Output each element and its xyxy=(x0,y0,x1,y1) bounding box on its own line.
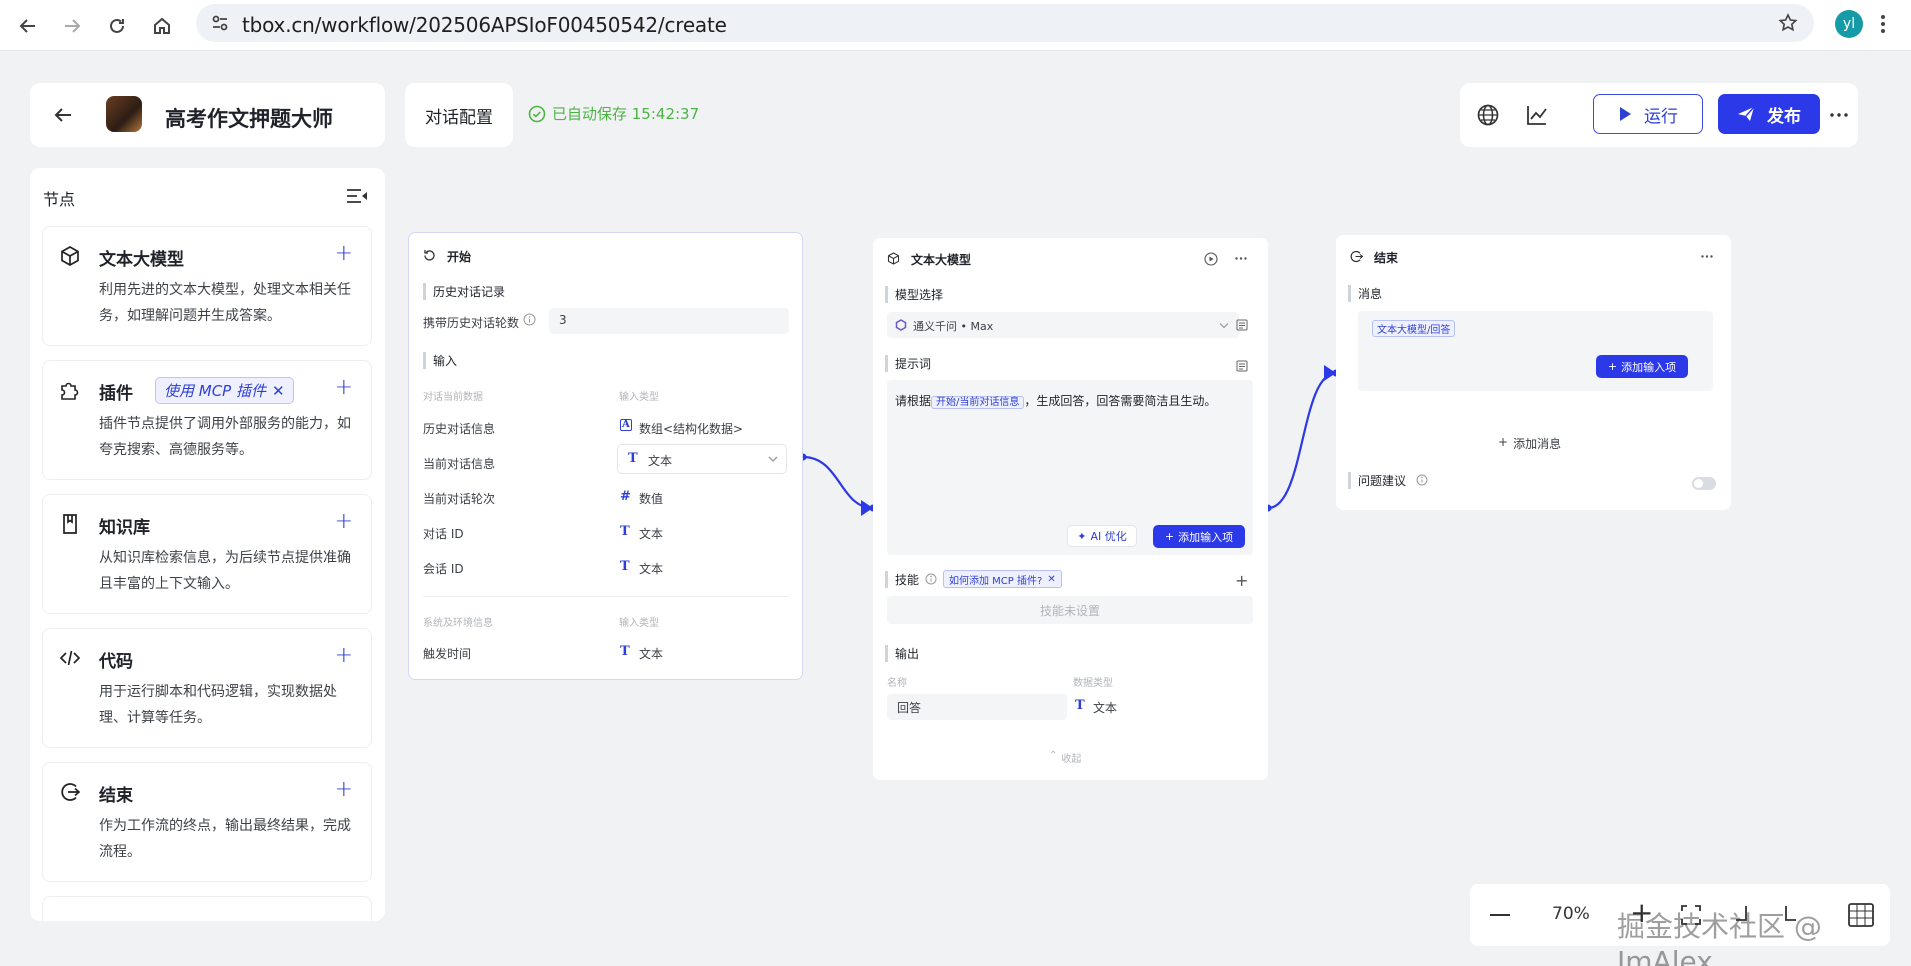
row-type: 文本 xyxy=(639,527,664,541)
sparkle-icon: ✦ xyxy=(1077,529,1087,543)
start-node-title: 开始 xyxy=(447,250,472,264)
prompt-prefix: 请根据 xyxy=(895,394,932,408)
text-type-icon: T xyxy=(620,644,630,659)
info-icon xyxy=(523,313,536,326)
node-more-icon[interactable] xyxy=(1235,257,1247,260)
text-type-icon: T xyxy=(628,451,638,466)
row-name: 当前对话轮次 xyxy=(423,492,496,506)
output-type: 文本 xyxy=(1093,701,1118,715)
ai-optimize-label: AI 优化 xyxy=(1090,530,1127,543)
row-name: 会话 ID xyxy=(423,562,464,576)
zoom-out-icon[interactable] xyxy=(1490,914,1510,916)
add-input-label: 添加输入项 xyxy=(1178,530,1234,544)
text-type-icon: T xyxy=(620,524,630,539)
col-type-header: 输入类型 xyxy=(619,392,659,403)
suggest-label: 问题建议 xyxy=(1348,472,1406,489)
row-type: 数值 xyxy=(639,492,664,506)
message-section: 消息 xyxy=(1348,285,1382,302)
info-icon xyxy=(925,573,937,585)
message-variable-chip[interactable]: 文本大模型/回答 xyxy=(1372,320,1456,337)
type-select[interactable]: T 文本 xyxy=(617,444,787,474)
row-name: 当前对话信息 xyxy=(423,457,496,471)
watermark: 掘金技术社区 @ ImAlex xyxy=(1617,910,1822,966)
cube-icon xyxy=(887,252,900,265)
zoom-level: 70% xyxy=(1552,904,1590,924)
skills-section: 技能 xyxy=(885,571,919,588)
output-name-field[interactable]: 回答 xyxy=(887,694,1067,720)
llm-node[interactable]: 文本大模型 模型选择 通义千问 • Max 提示词 请根据 开始/当前对话信息 ，生… xyxy=(873,238,1268,780)
tongyi-logo-icon xyxy=(895,319,907,331)
end-node-title: 结束 xyxy=(1374,251,1399,265)
plus-icon: + xyxy=(1607,360,1618,373)
out-col-name: 名称 xyxy=(887,678,907,689)
history-rounds-input[interactable]: 3 xyxy=(549,308,789,334)
chevron-up-icon: ⌃ xyxy=(1049,750,1058,761)
row-type: 数组<结构化数据> xyxy=(639,422,744,436)
plus-icon: + xyxy=(1498,435,1509,449)
array-icon: A xyxy=(620,419,632,431)
row-name: 触发时间 xyxy=(423,647,472,661)
exit-circle-icon xyxy=(1350,250,1363,263)
collapse-toggle[interactable]: ⌃ 收起 xyxy=(1049,750,1081,765)
row-type: 文本 xyxy=(639,562,664,576)
row-type: 文本 xyxy=(648,454,673,468)
prompt-editor[interactable]: 请根据 开始/当前对话信息 ，生成回答，回答需要简洁且生动。 ✦ AI 优化 + 添加输… xyxy=(887,380,1253,555)
model-select[interactable]: 通义千问 • Max xyxy=(887,312,1239,338)
output-section: 输出 xyxy=(885,645,919,662)
add-message-label: 添加消息 xyxy=(1513,437,1562,451)
ai-optimize-button[interactable]: ✦ AI 优化 xyxy=(1067,525,1137,547)
divider xyxy=(423,596,789,597)
start-node-icon xyxy=(423,249,436,262)
number-type-icon: # xyxy=(620,489,631,504)
skills-empty-box: 技能未设置 xyxy=(887,596,1253,624)
output-name-value: 回答 xyxy=(897,701,922,715)
chevron-down-icon xyxy=(1219,322,1229,329)
skill-tag-label: 如何添加 MCP 插件? xyxy=(949,575,1043,587)
add-input-button[interactable]: + 添加输入项 xyxy=(1153,525,1245,548)
sys-col-type-header: 输入类型 xyxy=(619,618,659,629)
llm-node-title: 文本大模型 xyxy=(911,253,972,267)
run-node-icon[interactable] xyxy=(1204,252,1218,266)
history-section: 历史对话记录 xyxy=(423,283,505,300)
suggest-toggle[interactable] xyxy=(1692,477,1716,490)
model-value: 通义千问 • Max xyxy=(913,320,994,333)
node-more-icon[interactable] xyxy=(1701,255,1713,258)
prompt-suffix: ，生成回答，回答需要简洁且生动。 xyxy=(1024,394,1217,408)
skill-tag[interactable]: 如何添加 MCP 插件? ✕ xyxy=(943,570,1062,588)
out-col-type: 数据类型 xyxy=(1073,678,1113,689)
col-var-header: 对话当前数据 xyxy=(423,392,483,403)
add-message-button[interactable]: + 添加消息 xyxy=(1498,435,1561,452)
history-rounds-label: 携带历史对话轮数 xyxy=(423,316,520,330)
prompt-variable-chip[interactable]: 开始/当前对话信息 xyxy=(931,396,1025,409)
model-settings-icon[interactable] xyxy=(1236,319,1248,331)
add-input-button[interactable]: + 添加输入项 xyxy=(1596,355,1688,378)
plus-icon: + xyxy=(1164,530,1175,543)
skills-empty-text: 技能未设置 xyxy=(1039,603,1100,618)
text-type-icon: T xyxy=(1075,698,1085,713)
chevron-down-icon xyxy=(768,455,778,463)
prompt-expand-icon[interactable] xyxy=(1236,360,1248,372)
info-icon xyxy=(1416,474,1428,486)
end-node[interactable]: 结束 消息 文本大模型/回答 + 添加输入项 + 添加消息 问题建议 xyxy=(1336,235,1731,510)
row-name: 历史对话信息 xyxy=(423,422,496,436)
input-section: 输入 xyxy=(423,352,457,369)
row-type: 文本 xyxy=(639,647,664,661)
row-name: 对话 ID xyxy=(423,527,464,541)
close-icon[interactable]: ✕ xyxy=(1047,574,1055,585)
add-skill-icon[interactable]: + xyxy=(1235,571,1248,590)
history-rounds-value: 3 xyxy=(559,313,567,327)
prompt-section: 提示词 xyxy=(885,355,931,372)
add-input-label: 添加输入项 xyxy=(1621,360,1677,374)
sys-col-var-header: 系统及环境信息 xyxy=(423,618,493,629)
message-editor[interactable]: 文本大模型/回答 + 添加输入项 xyxy=(1358,311,1713,391)
collapse-label: 收起 xyxy=(1061,754,1082,765)
model-section: 模型选择 xyxy=(885,286,943,303)
start-node[interactable]: 开始 历史对话记录 携带历史对话轮数 3 输入 对话当前数据 输入类型 历史对话… xyxy=(408,232,803,680)
text-type-icon: T xyxy=(620,559,630,574)
